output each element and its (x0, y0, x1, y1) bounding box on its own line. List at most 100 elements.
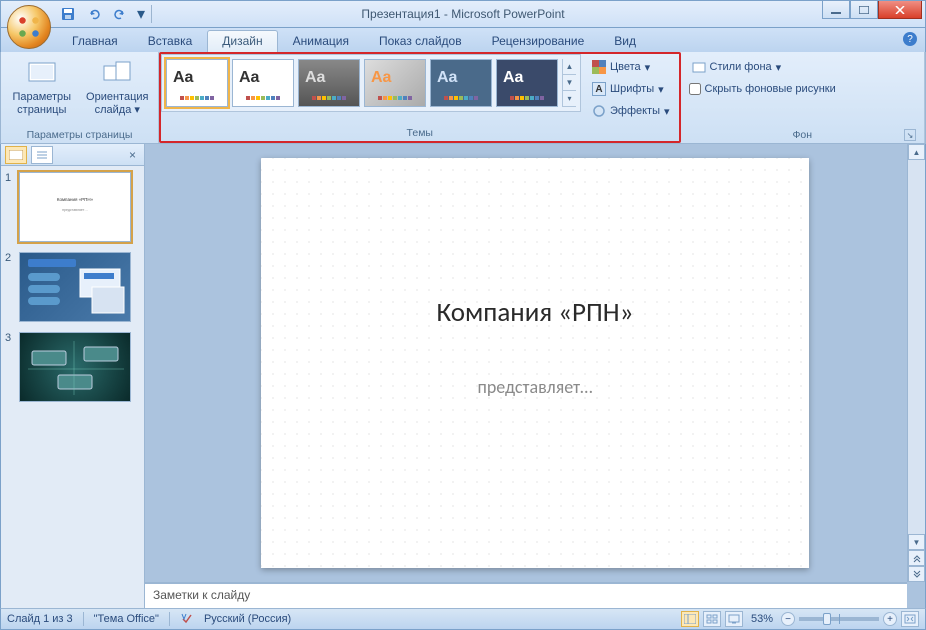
page-setup-label: Параметры страницы (10, 91, 74, 117)
zoom-in-button[interactable]: + (883, 612, 897, 626)
group-background: Стили фона ▾ Скрыть фоновые рисунки Фон↘ (681, 52, 925, 143)
fonts-icon: A (592, 82, 606, 96)
slide-editor: Компания «РПН» представляет… ▲ ▼ Заметки… (145, 144, 925, 608)
tab-design[interactable]: Дизайн (207, 30, 277, 52)
tab-view[interactable]: Вид (599, 30, 651, 52)
gallery-scroll: ▲ ▼ ▾ (562, 59, 576, 107)
slide-subtitle-text[interactable]: представляет… (261, 376, 809, 398)
theme-thumb-2[interactable]: Aa (232, 59, 294, 107)
group-page-setup: Параметры страницы Ориентация слайда ▾ П… (1, 52, 159, 143)
status-slide-count: Слайд 1 из 3 (7, 613, 73, 625)
fonts-button[interactable]: AШрифты ▾ (587, 78, 675, 100)
slide-thumbnail-2[interactable] (19, 252, 131, 322)
save-button[interactable] (57, 3, 79, 25)
office-button[interactable] (7, 5, 51, 49)
scroll-up-button[interactable]: ▲ (908, 144, 925, 160)
close-button[interactable] (878, 1, 922, 19)
slides-tab[interactable] (5, 146, 27, 164)
fit-window-button[interactable] (901, 611, 919, 627)
redo-button[interactable] (109, 3, 131, 25)
tab-animations[interactable]: Анимация (278, 30, 364, 52)
undo-button[interactable] (83, 3, 105, 25)
window-controls (822, 1, 922, 19)
hide-bg-graphics-checkbox[interactable]: Скрыть фоновые рисунки (687, 80, 838, 98)
prev-slide-button[interactable] (908, 550, 925, 566)
minimize-button[interactable] (822, 1, 850, 19)
effects-icon (592, 104, 606, 118)
group-label-themes: Темы (161, 125, 679, 141)
group-themes: Aa Aa Aa Aa Aa Aa ▲ ▼ ▾ Цвета ▾ AШрифты … (159, 52, 681, 143)
slide-canvas[interactable]: Компания «РПН» представляет… ▲ ▼ (145, 144, 925, 582)
title-bar: ▾ Презентация1 - Microsoft PowerPoint (0, 0, 926, 28)
panel-tabs: × (1, 144, 144, 166)
slideshow-view-button[interactable] (725, 611, 743, 627)
slide-thumbnail-1[interactable]: Компания «РПН» представляет… (19, 172, 131, 242)
themes-gallery: Aa Aa Aa Aa Aa Aa ▲ ▼ ▾ (161, 54, 581, 112)
thumb-number: 3 (5, 332, 15, 402)
background-styles-button[interactable]: Стили фона ▾ (687, 56, 787, 78)
slide-title-text[interactable]: Компания «РПН» (261, 296, 809, 329)
maximize-button[interactable] (850, 1, 878, 19)
thumb-number: 2 (5, 252, 15, 322)
theme-controls: Цвета ▾ AШрифты ▾ Эффекты ▾ (583, 54, 679, 124)
panel-close-button[interactable]: × (125, 148, 140, 162)
thumb-number: 1 (5, 172, 15, 242)
thumb-row-2: 2 (5, 252, 140, 322)
group-label-background: Фон↘ (687, 127, 918, 143)
current-slide[interactable]: Компания «РПН» представляет… (261, 158, 809, 568)
tab-review[interactable]: Рецензирование (477, 30, 600, 52)
quick-access-toolbar: ▾ (57, 3, 152, 25)
colors-icon (592, 60, 606, 74)
slide-thumbnail-3[interactable] (19, 332, 131, 402)
group-label-page-setup: Параметры страницы (5, 127, 154, 143)
background-dialog-launcher[interactable]: ↘ (904, 129, 916, 141)
spellcheck-icon[interactable] (180, 611, 194, 628)
next-slide-button[interactable] (908, 566, 925, 582)
help-icon[interactable]: ? (903, 32, 917, 46)
thumb-row-1: 1 Компания «РПН» представляет… (5, 172, 140, 242)
notes-pane[interactable]: Заметки к слайду (145, 582, 907, 608)
slide-orientation-button[interactable]: Ориентация слайда ▾ (81, 54, 154, 120)
tab-insert[interactable]: Вставка (133, 30, 208, 52)
qat-separator (151, 5, 152, 23)
gallery-up-button[interactable]: ▲ (563, 59, 576, 75)
page-setup-button[interactable]: Параметры страницы (5, 54, 79, 120)
zoom-percent[interactable]: 53% (751, 613, 773, 625)
work-area: × 1 Компания «РПН» представляет… 2 3 (0, 144, 926, 608)
outline-tab[interactable] (31, 146, 53, 164)
scroll-down-button[interactable]: ▼ (908, 534, 925, 550)
sorter-view-button[interactable] (703, 611, 721, 627)
thumbnails-list: 1 Компания «РПН» представляет… 2 3 (1, 166, 144, 608)
theme-thumb-6[interactable]: Aa (496, 59, 558, 107)
qat-customize-button[interactable]: ▾ (135, 3, 147, 25)
gallery-more-button[interactable]: ▾ (563, 91, 576, 107)
hide-bg-graphics-input[interactable] (689, 83, 701, 95)
theme-thumb-3[interactable]: Aa (298, 59, 360, 107)
gallery-down-button[interactable]: ▼ (563, 75, 576, 91)
orientation-icon (101, 57, 133, 89)
zoom-slider: − + (781, 612, 897, 626)
theme-thumb-office[interactable]: Aa (166, 59, 228, 107)
scroll-track[interactable] (908, 160, 925, 518)
effects-button[interactable]: Эффекты ▾ (587, 100, 675, 122)
thumb-row-3: 3 (5, 332, 140, 402)
zoom-out-button[interactable]: − (781, 612, 795, 626)
thumb-2-preview-icon (20, 253, 132, 323)
colors-button[interactable]: Цвета ▾ (587, 56, 675, 78)
zoom-track[interactable] (799, 617, 879, 621)
window-title: Презентация1 - Microsoft PowerPoint (361, 7, 564, 21)
status-language[interactable]: Русский (Россия) (204, 613, 291, 625)
ribbon-tabs: Главная Вставка Дизайн Анимация Показ сл… (0, 28, 926, 52)
status-theme: "Тема Office" (94, 613, 159, 625)
tab-slideshow[interactable]: Показ слайдов (364, 30, 477, 52)
normal-view-button[interactable] (681, 611, 699, 627)
theme-thumb-5[interactable]: Aa (430, 59, 492, 107)
tab-home[interactable]: Главная (57, 30, 133, 52)
background-styles-icon (692, 60, 706, 74)
vertical-scrollbar[interactable]: ▲ ▼ (907, 144, 925, 582)
slides-panel: × 1 Компания «РПН» представляет… 2 3 (1, 144, 145, 608)
ribbon: Параметры страницы Ориентация слайда ▾ П… (0, 52, 926, 144)
theme-thumb-4[interactable]: Aa (364, 59, 426, 107)
zoom-handle[interactable] (823, 613, 831, 625)
thumb-3-preview-icon (20, 333, 132, 403)
